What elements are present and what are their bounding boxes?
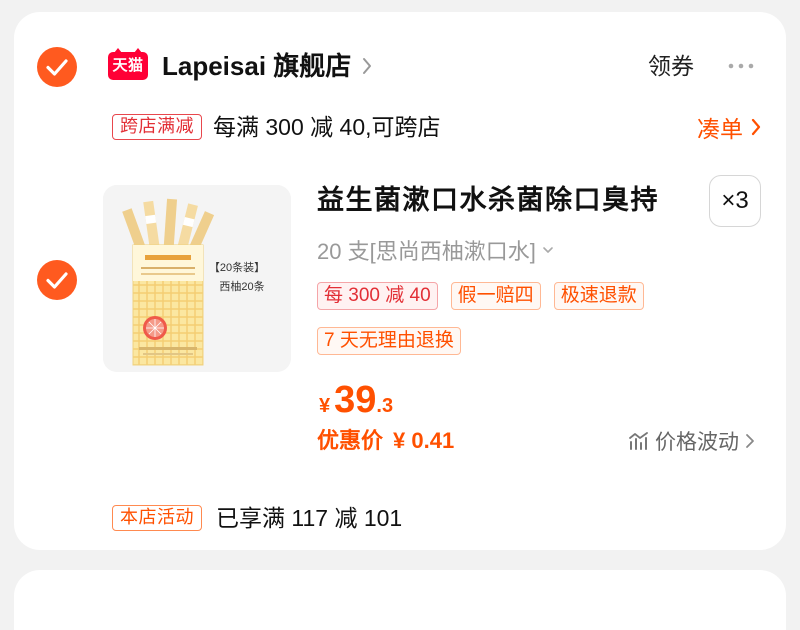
product-photo: 【20条装】 西柚20条 xyxy=(103,185,291,372)
price-trend-icon xyxy=(629,432,648,450)
sku-selector[interactable]: 20 支[思尚西柚漱口水] xyxy=(317,234,554,266)
discounted-price-label: 优惠价 xyxy=(317,428,384,453)
product-image-label-count: 【20条装】 xyxy=(209,260,265,274)
shop-select-checkbox[interactable] xyxy=(37,47,77,87)
next-cart-card xyxy=(14,570,786,630)
cross-store-promo-text: 每满 300 减 40,可跨店 xyxy=(213,114,441,140)
shop-header-link[interactable]: 天猫 Lapeisai 旗舰店 xyxy=(108,48,373,82)
store-activity-text: 已享满 117 减 101 xyxy=(216,505,403,531)
chevron-right-icon[interactable] xyxy=(751,118,761,136)
price-currency: ¥ xyxy=(319,395,331,417)
checkmark-circle-icon xyxy=(37,260,77,300)
discount-tag: 每 300 减 40 xyxy=(317,282,438,310)
shop-name[interactable]: Lapeisai 旗舰店 xyxy=(162,50,351,82)
chevron-right-icon[interactable] xyxy=(361,56,373,76)
service-tags-row-1: 每 300 减 40 假一赔四 极速退款 xyxy=(317,282,644,310)
cart-shop-card: 天猫 Lapeisai 旗舰店 领券 跨店满减 每满 300 减 40,可跨店 … xyxy=(14,12,786,550)
checkmark-circle-icon xyxy=(37,47,77,87)
store-activity-badge: 本店活动 xyxy=(112,505,202,531)
service-tags-row-2: 7 天无理由退换 xyxy=(317,327,461,355)
fast-refund-tag: 极速退款 xyxy=(553,282,644,310)
more-dots-icon[interactable] xyxy=(728,62,754,70)
cross-store-promo: 跨店满减 每满 300 减 40,可跨店 xyxy=(112,111,441,143)
chevron-right-icon[interactable] xyxy=(745,432,755,450)
price-integer: 39 xyxy=(334,379,377,421)
add-on-items-label[interactable]: 凑单 xyxy=(697,110,743,144)
product-box xyxy=(132,244,204,366)
seven-day-return-tag: 7 天无理由退换 xyxy=(317,327,461,355)
store-activity: 本店活动 已享满 117 减 101 xyxy=(112,502,402,534)
get-coupon-button[interactable]: 领券 xyxy=(648,50,694,82)
product-image[interactable]: 【20条装】 西柚20条 xyxy=(103,185,291,372)
item-select-checkbox[interactable] xyxy=(37,260,77,300)
add-on-items-link[interactable]: 凑单 xyxy=(697,111,761,143)
price-decimal: .3 xyxy=(376,395,394,417)
sku-label[interactable]: 20 支[思尚西柚漱口水] xyxy=(317,234,536,266)
price-trend-label[interactable]: 价格波动 xyxy=(655,426,739,456)
discounted-price: 优惠价 ¥ 0.41 xyxy=(317,425,454,457)
price-trend-link[interactable]: 价格波动 xyxy=(628,425,755,457)
product-title[interactable]: 益生菌漱口水杀菌除口臭持 xyxy=(317,182,702,218)
cross-store-discount-badge: 跨店满减 xyxy=(112,114,202,140)
product-image-label-flavor: 西柚20条 xyxy=(219,279,264,293)
tmall-logo: 天猫 xyxy=(108,48,148,80)
chevron-down-icon[interactable] xyxy=(542,245,554,255)
item-price: ¥39.3 xyxy=(319,378,393,422)
quantity-button[interactable]: ×3 xyxy=(709,175,761,227)
discounted-price-value: ¥ 0.41 xyxy=(393,428,455,453)
counterfeit-guarantee-tag: 假一赔四 xyxy=(450,282,541,310)
